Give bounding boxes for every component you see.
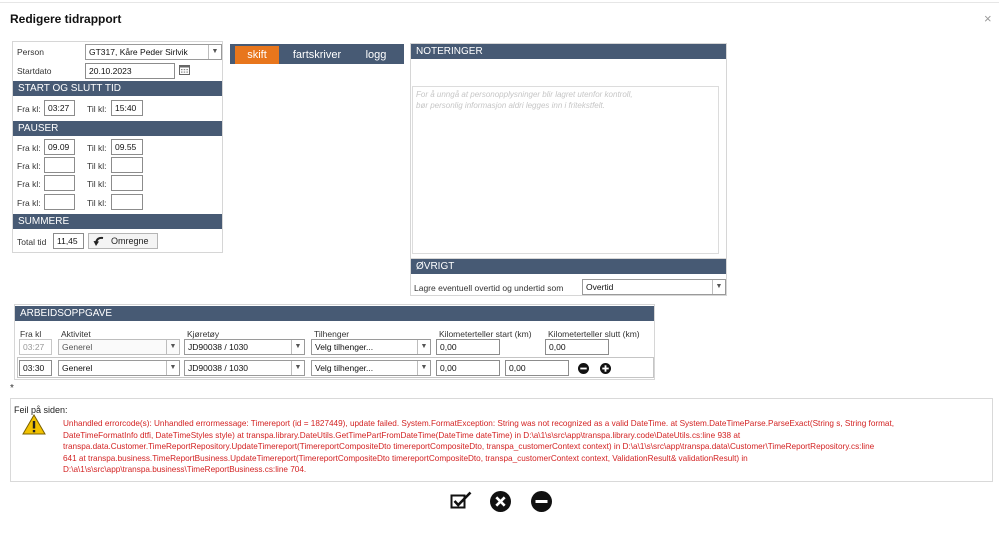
omregne-button[interactable]: Omregne: [88, 233, 158, 249]
row1-tilhenger-value: Velg tilhenger...: [315, 342, 374, 352]
start-fra-label: Fra kl:: [17, 104, 41, 114]
ovrigt-label: Lagre eventuell overtid og undertid som: [414, 283, 564, 293]
row2-aktivitet-select[interactable]: Generel ▼: [58, 360, 180, 376]
col-tilhenger: Tilhenger: [314, 329, 350, 339]
overtid-select-value: Overtid: [586, 282, 614, 292]
top-divider: [0, 2, 999, 3]
chevron-down-icon: ▼: [208, 45, 221, 59]
pause-fra-input[interactable]: [44, 175, 75, 191]
col-km-slutt: Kilometerteller slutt (km): [548, 329, 640, 339]
chevron-down-icon: ▼: [291, 340, 304, 354]
pause-til-input[interactable]: [111, 175, 143, 191]
row1-kjoretoy-select[interactable]: JD90038 / 1030 ▼: [184, 339, 305, 355]
pause-fra-input[interactable]: 09.09: [44, 139, 75, 155]
error-line: transpa.data.Customer.TimeReportReposito…: [63, 442, 875, 452]
col-km-start: Kilometerteller start (km): [439, 329, 532, 339]
chevron-down-icon: ▼: [291, 361, 304, 375]
start-fra-input[interactable]: 03:27: [44, 100, 75, 116]
pause-fra-label: Fra kl:: [17, 161, 41, 171]
row2-km-start-input[interactable]: 0,00: [436, 360, 500, 376]
noteringer-header: NOTERINGER: [411, 44, 726, 59]
pause-fra-label: Fra kl:: [17, 179, 41, 189]
row1-fra-input[interactable]: 03:27: [19, 339, 52, 355]
col-fra-kl: Fra kl: [20, 329, 42, 339]
row2-km-slutt-input[interactable]: 0,00: [505, 360, 569, 376]
noteringer-placeholder-1: For å unngå at personopplysninger blir l…: [416, 90, 633, 99]
pauser-header: PAUSER: [13, 121, 222, 136]
add-row-icon[interactable]: [600, 363, 611, 374]
error-line: 641 at transpa.business.TimeReportBusine…: [63, 453, 748, 463]
error-line: D:\a\1\s\src\app\transpa.business\TimeRe…: [63, 465, 307, 475]
remove-row-icon[interactable]: [578, 363, 589, 374]
pause-til-input[interactable]: 09.55: [111, 139, 143, 155]
noteringer-textarea[interactable]: For å unngå at personopplysninger blir l…: [412, 86, 719, 254]
pause-fra-label: Fra kl:: [17, 143, 41, 153]
row2-tilhenger-value: Velg tilhenger...: [315, 363, 374, 373]
pause-til-input[interactable]: [111, 157, 143, 173]
undo-icon: [93, 235, 105, 249]
row1-aktivitet-value: Generel: [62, 342, 93, 352]
row2-kjoretoy-value: JD90038 / 1030: [188, 363, 249, 373]
ovrigt-header: ØVRIGT: [411, 259, 726, 274]
save-check-icon[interactable]: [450, 491, 472, 511]
tab-logg[interactable]: logg: [354, 46, 398, 64]
calendar-icon[interactable]: [179, 64, 190, 75]
dialog-title: Redigere tidrapport: [10, 12, 122, 26]
arbeid-header: ARBEIDSOPPGAVE: [15, 306, 654, 321]
pause-til-input[interactable]: [111, 194, 143, 210]
chevron-down-icon: ▼: [417, 340, 430, 354]
tab-skift[interactable]: skift: [235, 46, 279, 64]
total-tid-label: Total tid: [17, 237, 47, 247]
startdato-label: Startdato: [17, 66, 52, 76]
person-select-value: GT317, Kåre Peder Sirlvik: [89, 47, 188, 57]
row1-aktivitet-select[interactable]: Generel ▼: [58, 339, 180, 355]
error-line: DateTimeFormatInfo dtfi, DateTimeStyles …: [63, 430, 741, 440]
close-icon[interactable]: ×: [984, 12, 992, 25]
row1-km-start-input[interactable]: 0,00: [436, 339, 500, 355]
chevron-down-icon: ▼: [417, 361, 430, 375]
pause-til-label: Til kl:: [87, 143, 107, 153]
tab-fartskriver[interactable]: fartskriver: [284, 46, 350, 64]
delete-icon[interactable]: [490, 491, 511, 512]
start-til-input[interactable]: 15:40: [111, 100, 143, 116]
row1-tilhenger-select[interactable]: Velg tilhenger... ▼: [311, 339, 431, 355]
col-kjoretoy: Kjøretøy: [187, 329, 220, 339]
required-asterisk: *: [10, 383, 14, 394]
start-slutt-header: START OG SLUTT TID: [13, 81, 222, 96]
chevron-down-icon: ▼: [166, 340, 179, 354]
pause-fra-label: Fra kl:: [17, 198, 41, 208]
row2-aktivitet-value: Generel: [62, 363, 93, 373]
pause-til-label: Til kl:: [87, 179, 107, 189]
total-tid-input[interactable]: 11,45: [53, 233, 84, 249]
overtid-select[interactable]: Overtid ▼: [582, 279, 726, 295]
row2-tilhenger-select[interactable]: Velg tilhenger... ▼: [311, 360, 431, 376]
row2-kjoretoy-select[interactable]: JD90038 / 1030 ▼: [184, 360, 305, 376]
pause-til-label: Til kl:: [87, 161, 107, 171]
pause-fra-input[interactable]: [44, 194, 75, 210]
noteringer-placeholder-2: bør personlig informasjon aldri legges i…: [416, 101, 605, 110]
error-line: Unhandled errorcode(s): Unhandled errorm…: [63, 419, 895, 428]
pause-fra-input[interactable]: [44, 157, 75, 173]
row1-km-slutt-input[interactable]: 0,00: [545, 339, 609, 355]
start-til-label: Til kl:: [87, 104, 107, 114]
error-message: Unhandled errorcode(s): Unhandled errorm…: [63, 418, 983, 476]
pause-til-label: Til kl:: [87, 198, 107, 208]
col-aktivitet: Aktivitet: [61, 329, 91, 339]
summere-header: SUMMERE: [13, 214, 222, 229]
chevron-down-icon: ▼: [166, 361, 179, 375]
row1-kjoretoy-value: JD90038 / 1030: [188, 342, 249, 352]
cancel-icon[interactable]: [531, 491, 552, 512]
omregne-label: Omregne: [111, 236, 149, 246]
person-select[interactable]: GT317, Kåre Peder Sirlvik ▼: [85, 44, 222, 60]
person-label: Person: [17, 47, 44, 57]
startdato-input[interactable]: 20.10.2023: [85, 63, 175, 79]
warning-icon: [22, 414, 46, 437]
row2-fra-input[interactable]: 03:30: [19, 360, 52, 376]
chevron-down-icon: ▼: [712, 280, 725, 294]
